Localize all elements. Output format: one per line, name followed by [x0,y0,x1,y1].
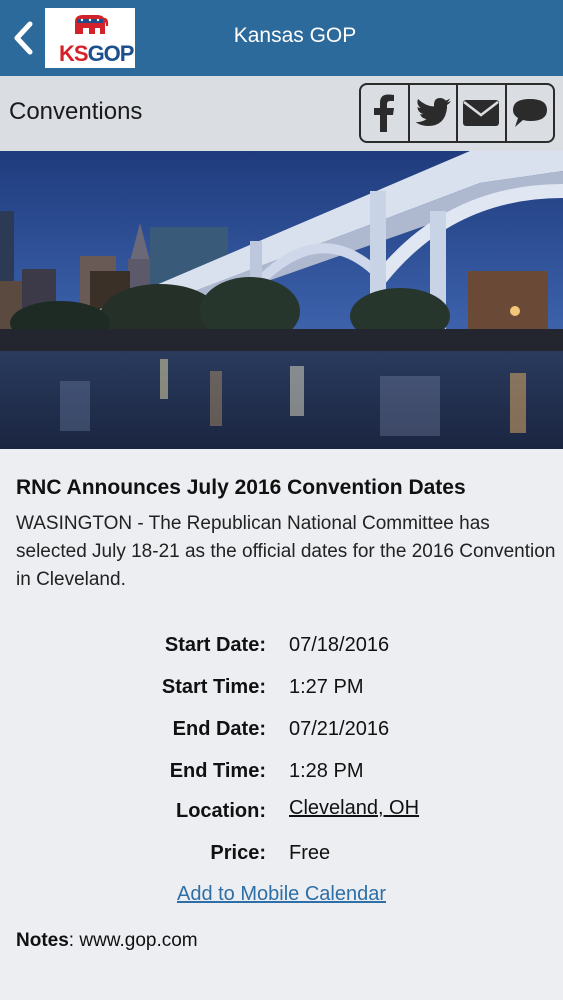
article-headline: RNC Announces July 2016 Convention Dates [16,476,466,499]
top-nav-bar: KSGOP Kansas GOP [0,0,563,76]
detail-row-start-time: Start Time: 1:27 PM [0,676,563,706]
logo-text: KSGOP [59,41,134,66]
chevron-left-icon [14,21,33,55]
detail-label: Location: [176,800,266,822]
app-title: Kansas GOP [233,24,357,47]
section-title: Conventions [9,98,143,125]
notes-label: Notes [16,930,69,951]
notes: Notes: www.gop.com [16,930,198,952]
detail-label: Start Date: [164,634,266,656]
share-email-button[interactable] [458,85,507,141]
ksgop-logo[interactable]: KSGOP [45,8,135,68]
share-facebook-button[interactable] [361,85,410,141]
detail-value: 1:28 PM [289,760,364,782]
article-body: WASINGTON - The Republican National Comm… [16,513,556,590]
detail-label: Start Time: [161,676,266,698]
location-link[interactable]: Cleveland, OH [289,797,419,820]
email-icon [463,100,500,126]
detail-value: 07/18/2016 [289,634,390,656]
hero-image [0,151,563,449]
add-to-calendar-link[interactable]: Add to Mobile Calendar [177,883,386,905]
detail-row-start-date: Start Date: 07/18/2016 [0,634,563,664]
detail-row-price: Price: Free [0,842,563,872]
detail-row-end-date: End Date: 07/21/2016 [0,718,563,748]
share-comment-button[interactable] [507,85,554,141]
comment-icon [512,99,547,127]
detail-row-end-time: End Time: 1:28 PM [0,760,563,790]
detail-row-location: Location: Cleveland, OH [0,797,563,830]
detail-label: End Time: [169,760,266,782]
share-twitter-button[interactable] [410,85,458,141]
detail-value: 07/21/2016 [289,718,390,740]
back-button[interactable] [8,16,38,60]
notes-value: : www.gop.com [68,930,198,951]
elephant-logo-icon [75,15,109,34]
article: RNC Announces July 2016 Convention Dates… [16,476,556,594]
detail-value: 1:27 PM [289,676,364,698]
add-calendar-container: Add to Mobile Calendar [0,883,563,906]
share-toolbar [359,83,555,143]
detail-label: End Date: [172,718,266,740]
facebook-icon [374,94,395,132]
detail-label: Price: [210,842,266,864]
twitter-icon [415,98,451,126]
detail-value: Free [289,842,331,864]
